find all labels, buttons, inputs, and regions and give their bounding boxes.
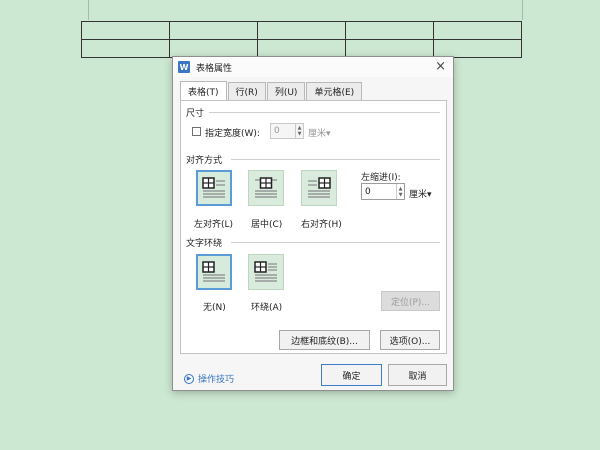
size-section-title: 尺寸 — [186, 109, 205, 119]
alignment-section-divider — [231, 159, 440, 160]
dialog-titlebar: W 表格属性 — [173, 57, 453, 77]
wrap-around-icon — [254, 261, 277, 282]
specify-width-label: 指定宽度(W): — [205, 129, 260, 139]
close-icon[interactable]: × — [435, 59, 446, 74]
table-tab-panel: 尺寸 指定宽度(W): 0 ▲ ▼ 厘米▾ 对齐方式 左对齐(L) 居中(C) … — [180, 100, 447, 354]
borders-and-shading-button[interactable]: 边框和底纹(B)... — [279, 330, 370, 350]
tab-cell[interactable]: 单元格(E) — [306, 82, 363, 100]
table-align-left-icon — [202, 177, 225, 198]
tips-link[interactable]: ▶ 操作技巧 — [184, 372, 234, 385]
tab-row[interactable]: 行(R) — [227, 82, 266, 100]
wrapping-section-title: 文字环绕 — [186, 239, 223, 249]
dialog-tabs: 表格(T) 行(R) 列(U) 单元格(E) — [180, 81, 363, 100]
indent-unit-label[interactable]: 厘米▾ — [409, 187, 432, 200]
play-icon: ▶ — [184, 373, 194, 384]
align-right-label: 右对齐(H) — [301, 220, 342, 230]
width-spin-arrows-icon[interactable]: ▲ ▼ — [295, 124, 303, 138]
left-indent-input[interactable]: 0 ▲ ▼ — [361, 183, 405, 200]
align-center-label: 居中(C) — [251, 220, 283, 230]
position-button[interactable]: 定位(P)... — [381, 291, 440, 311]
align-center-option[interactable] — [248, 170, 284, 206]
wrap-none-icon — [202, 261, 225, 282]
options-button[interactable]: 选项(O)... — [380, 330, 440, 350]
tab-column[interactable]: 列(U) — [266, 82, 306, 100]
align-left-label: 左对齐(L) — [194, 220, 234, 230]
wrap-around-option[interactable] — [248, 254, 284, 290]
chevron-down-icon: ▾ — [427, 190, 432, 200]
tab-table[interactable]: 表格(T) — [180, 81, 227, 100]
document-table — [81, 21, 522, 58]
table-align-center-icon — [255, 177, 277, 198]
chevron-down-icon: ▾ — [326, 129, 331, 139]
wrap-around-label: 环绕(A) — [251, 303, 283, 313]
width-input[interactable]: 0 ▲ ▼ — [270, 123, 304, 139]
align-left-option[interactable] — [196, 170, 232, 206]
alignment-section-title: 对齐方式 — [186, 156, 223, 166]
wps-app-icon: W — [178, 61, 190, 73]
specify-width-checkbox[interactable] — [192, 127, 201, 136]
align-right-option[interactable] — [301, 170, 337, 206]
ruler-guide-left — [88, 0, 89, 20]
left-indent-label: 左缩进(I): — [361, 173, 401, 183]
wrap-none-option[interactable] — [196, 254, 232, 290]
width-unit-label[interactable]: 厘米▾ — [308, 126, 331, 139]
dialog-title: 表格属性 — [196, 63, 233, 74]
cancel-button[interactable]: 取消 — [388, 364, 447, 386]
table-align-right-icon — [308, 177, 331, 198]
table-properties-dialog: W 表格属性 × 表格(T) 行(R) 列(U) 单元格(E) 尺寸 指定宽度(… — [172, 56, 454, 391]
ok-button[interactable]: 确定 — [321, 364, 382, 386]
ruler-guide-right — [522, 0, 523, 20]
wrapping-section-divider — [231, 242, 440, 243]
wrap-none-label: 无(N) — [203, 303, 226, 313]
size-section-divider — [209, 112, 440, 113]
indent-spin-arrows-icon[interactable]: ▲ ▼ — [396, 184, 404, 199]
